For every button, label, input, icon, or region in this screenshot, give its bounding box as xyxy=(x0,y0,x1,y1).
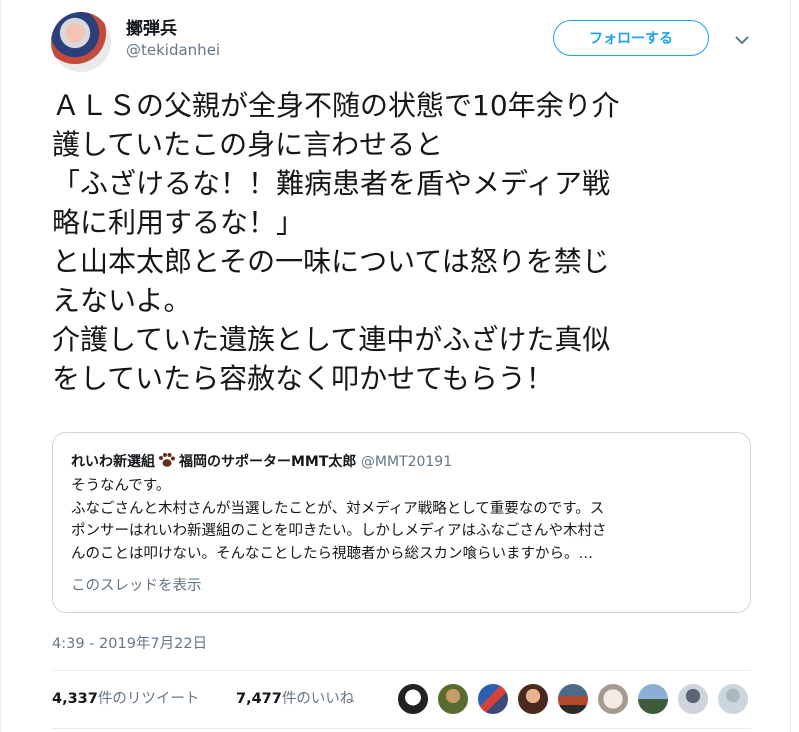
right-divider xyxy=(790,0,791,732)
likes-stat[interactable]: 7,477件のいいね xyxy=(236,687,354,708)
tweet-timestamp[interactable]: 4:39 - 2019年7月22日 xyxy=(52,632,207,653)
quoted-author-name-part2: 福岡のサポーターMMT太郎 xyxy=(179,454,357,470)
liker-avatars xyxy=(396,682,756,716)
tweet-text: ＡＬＳの父親が全身不随の状態で10年余り介 護していたこの身に言わせると 「ふざ… xyxy=(52,89,620,395)
likes-count: 7,477 xyxy=(236,691,282,707)
liker-avatar[interactable] xyxy=(556,682,590,716)
quoted-tweet-text: そうなんです。 ふなごさんと木村さんが当選したことが、対メディア戦略として重要な… xyxy=(71,478,607,562)
stats-divider-bottom xyxy=(52,728,751,729)
liker-avatar[interactable] xyxy=(396,682,430,716)
left-divider xyxy=(0,0,1,732)
paw-icon xyxy=(159,453,175,467)
quoted-tweet[interactable]: れいわ新選組 福岡のサポーターMMT太郎 @MMT20191 そうなんです。 ふ… xyxy=(52,432,751,613)
retweets-stat[interactable]: 4,337件のリツイート xyxy=(52,687,199,708)
quoted-author-name-part1: れいわ新選組 xyxy=(71,454,155,470)
author-handle[interactable]: @tekidanhei xyxy=(126,41,220,59)
liker-avatar[interactable] xyxy=(436,682,470,716)
author-avatar[interactable] xyxy=(51,12,111,72)
liker-avatar[interactable] xyxy=(596,682,630,716)
quoted-tweet-header: れいわ新選組 福岡のサポーターMMT太郎 @MMT20191 xyxy=(71,451,452,471)
follow-button[interactable]: フォローする xyxy=(553,20,709,56)
likes-label: 件のいいね xyxy=(281,691,355,707)
stats-divider-top xyxy=(52,670,751,671)
liker-avatar[interactable] xyxy=(476,682,510,716)
chevron-down-icon[interactable] xyxy=(732,30,752,50)
liker-avatar[interactable] xyxy=(636,682,670,716)
liker-avatar[interactable] xyxy=(516,682,550,716)
liker-avatar[interactable] xyxy=(716,682,750,716)
author-display-name[interactable]: 擲弾兵 xyxy=(126,14,177,39)
quoted-author-handle: @MMT20191 xyxy=(360,454,453,470)
retweets-count: 4,337 xyxy=(52,691,98,707)
retweets-label: 件のリツイート xyxy=(97,691,200,707)
show-thread-link[interactable]: このスレッドを表示 xyxy=(71,574,202,595)
liker-avatar[interactable] xyxy=(676,682,710,716)
